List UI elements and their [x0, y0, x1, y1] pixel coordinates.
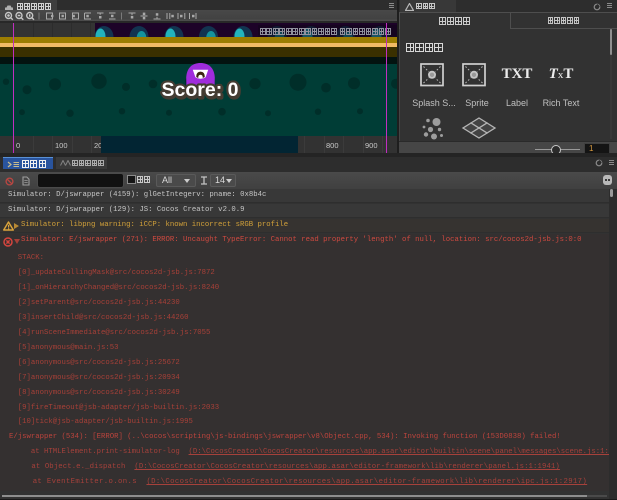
svg-text:Score: 0: Score: 0 — [162, 79, 239, 101]
